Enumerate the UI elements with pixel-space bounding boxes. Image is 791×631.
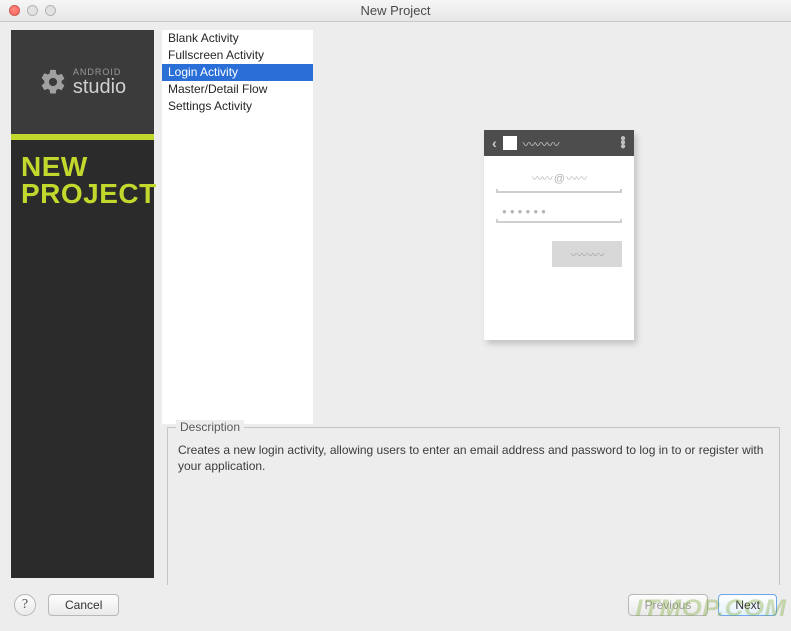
- email-underline: [496, 189, 622, 193]
- minimize-window-button[interactable]: [27, 5, 38, 16]
- back-chevron-icon: ‹: [492, 135, 497, 151]
- gear-icon: [39, 68, 67, 96]
- cancel-button[interactable]: Cancel: [48, 594, 119, 616]
- login-activity-mockup: ‹ 〰〰〰 ●●● 〰〰 @ 〰〰 ●●●●●● 〰〰〰: [484, 130, 634, 340]
- description-text: Creates a new login activity, allowing u…: [168, 428, 779, 484]
- help-button[interactable]: ?: [14, 594, 36, 616]
- logo-text-studio: studio: [73, 77, 126, 97]
- wizard-sidebar: ANDROID studio NEW PROJECT: [11, 30, 154, 578]
- mockup-title-placeholder: 〰〰〰: [523, 134, 559, 153]
- wizard-button-bar: ? Cancel Previous Next: [0, 585, 791, 631]
- zoom-window-button[interactable]: [45, 5, 56, 16]
- overflow-menu-icon: ●●●: [620, 137, 626, 149]
- wizard-step-banner: NEW PROJECT: [11, 140, 154, 221]
- previous-button[interactable]: Previous: [628, 594, 709, 616]
- wizard-body: ANDROID studio NEW PROJECT Blank Activit…: [0, 22, 791, 585]
- mockup-actionbar: ‹ 〰〰〰 ●●●: [484, 130, 634, 156]
- app-icon-placeholder: [503, 136, 517, 150]
- activity-item-fullscreen[interactable]: Fullscreen Activity: [162, 47, 313, 64]
- activity-template-list[interactable]: Blank Activity Fullscreen Activity Login…: [162, 30, 313, 424]
- banner-line-1: NEW: [21, 154, 144, 181]
- description-legend: Description: [176, 420, 244, 434]
- next-button[interactable]: Next: [718, 594, 777, 616]
- login-button-placeholder: 〰〰〰: [552, 241, 622, 267]
- close-window-button[interactable]: [9, 5, 20, 16]
- android-studio-logo: ANDROID studio: [11, 30, 154, 134]
- activity-item-blank[interactable]: Blank Activity: [162, 30, 313, 47]
- activity-item-login[interactable]: Login Activity: [162, 64, 313, 81]
- password-field-placeholder: ●●●●●●: [496, 207, 622, 219]
- window-titlebar: New Project: [0, 0, 791, 22]
- activity-item-master-detail[interactable]: Master/Detail Flow: [162, 81, 313, 98]
- traffic-lights: [0, 5, 56, 16]
- description-groupbox: Description Creates a new login activity…: [167, 427, 780, 598]
- password-underline: [496, 219, 622, 223]
- activity-item-settings[interactable]: Settings Activity: [162, 98, 313, 115]
- window-title: New Project: [0, 3, 791, 18]
- email-field-placeholder: 〰〰 @ 〰〰: [496, 170, 622, 189]
- template-preview-area: ‹ 〰〰〰 ●●● 〰〰 @ 〰〰 ●●●●●● 〰〰〰: [314, 30, 780, 424]
- login-button-label-placeholder: 〰〰〰: [570, 246, 603, 263]
- banner-line-2: PROJECT: [21, 181, 144, 208]
- mockup-body: 〰〰 @ 〰〰 ●●●●●● 〰〰〰: [484, 156, 634, 281]
